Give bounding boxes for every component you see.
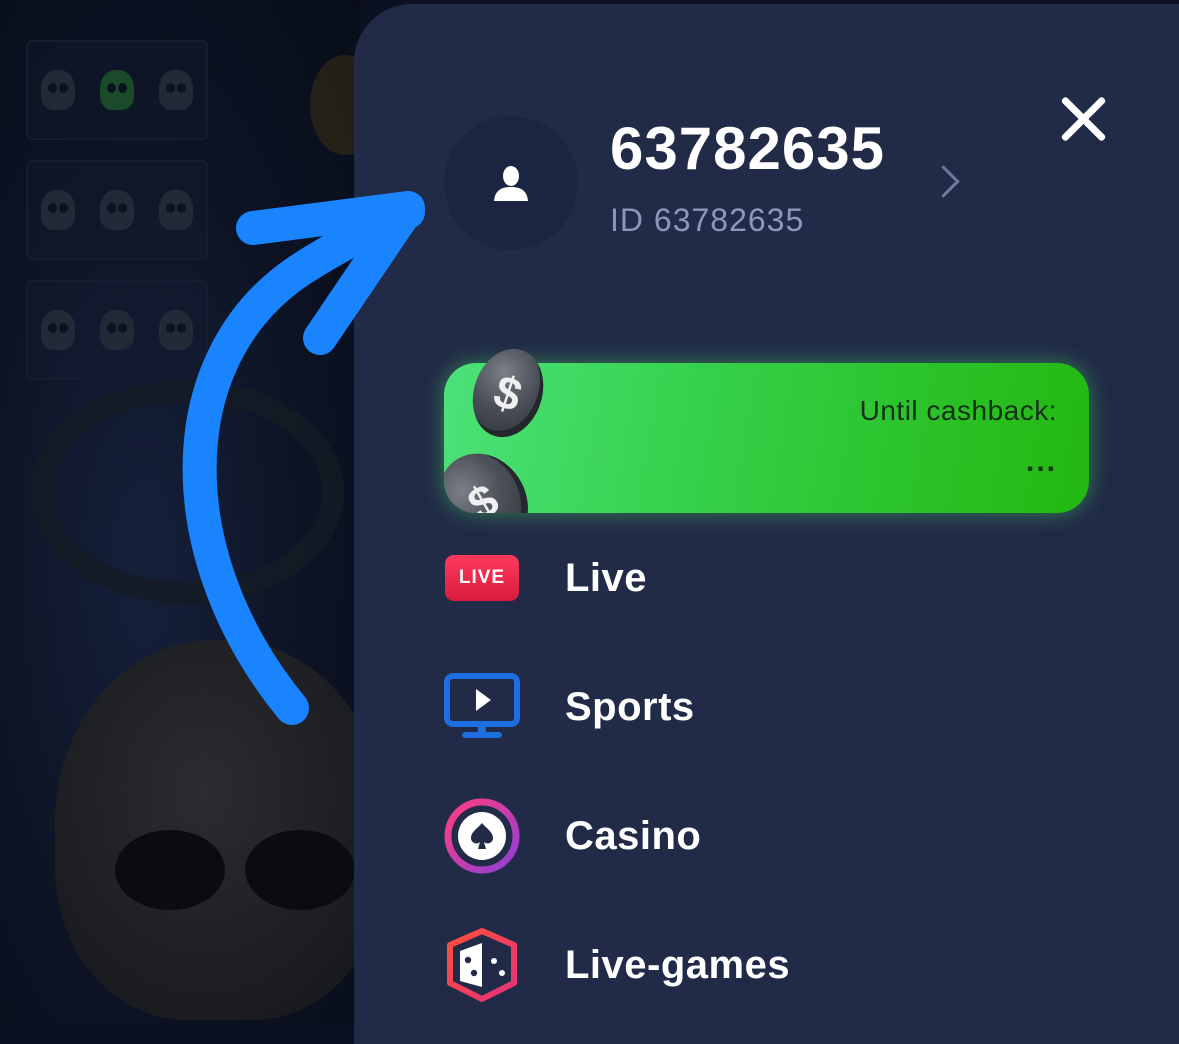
cashback-label: Until cashback: bbox=[859, 395, 1057, 426]
skull-icon bbox=[40, 70, 75, 110]
skull-icon bbox=[159, 310, 194, 350]
live-badge: LIVE bbox=[445, 555, 519, 601]
menu-item-sports[interactable]: Sports bbox=[444, 662, 1084, 752]
skull-icon bbox=[40, 190, 75, 230]
menu-item-label: Live-games bbox=[565, 942, 791, 987]
menu-item-label: Live bbox=[565, 555, 648, 600]
skull-icon bbox=[99, 190, 134, 230]
skull-icon bbox=[159, 70, 194, 110]
background-game bbox=[0, 0, 385, 1024]
skull-icon bbox=[99, 70, 134, 110]
menu-item-label: Casino bbox=[565, 813, 702, 858]
skull-icon bbox=[159, 190, 194, 230]
user-icon bbox=[494, 166, 528, 201]
skull-eye bbox=[115, 830, 225, 910]
menu-item-casino[interactable]: Casino bbox=[444, 791, 1084, 881]
monitor-play-icon bbox=[444, 669, 520, 745]
spade-chip-icon bbox=[444, 798, 520, 874]
profile-header[interactable]: 63782635 ID 63782635 bbox=[444, 112, 984, 262]
cashback-value: ... bbox=[1025, 445, 1057, 478]
dollar-coin-icon: $ bbox=[444, 437, 546, 513]
avatar[interactable] bbox=[444, 116, 578, 250]
background-ring bbox=[30, 380, 344, 604]
menu-item-live-games[interactable]: Live-games bbox=[444, 920, 1084, 1010]
skull-row bbox=[26, 40, 208, 140]
dice-icon bbox=[444, 927, 520, 1003]
close-button[interactable] bbox=[1056, 92, 1110, 146]
large-skull-icon bbox=[55, 640, 385, 1020]
chevron-right-icon bbox=[927, 165, 960, 198]
skull-icon bbox=[40, 310, 75, 350]
menu-item-live[interactable]: LIVE Live bbox=[444, 533, 1084, 623]
skull-icon bbox=[99, 310, 134, 350]
skull-row bbox=[26, 160, 208, 260]
profile-name: 63782635 bbox=[610, 115, 885, 182]
menu-item-label: Sports bbox=[565, 684, 695, 729]
live-badge-icon: LIVE bbox=[444, 540, 520, 616]
skull-eye bbox=[245, 830, 355, 910]
skull-row bbox=[26, 280, 208, 380]
profile-id: ID 63782635 bbox=[610, 202, 805, 238]
